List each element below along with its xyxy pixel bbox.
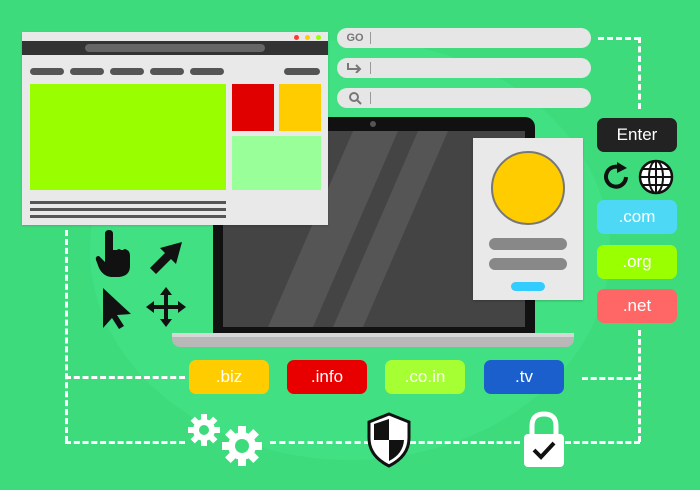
profile-line [489,238,567,250]
domain-org[interactable]: .org [597,245,677,279]
globe-icon[interactable] [638,159,674,200]
connector-line [638,37,641,109]
bar-separator [370,32,371,44]
connector-line [65,230,68,442]
nav-pill [284,68,320,75]
profile-button[interactable] [511,282,545,291]
nav-pill [30,68,64,75]
hand-pointer-icon [95,230,131,283]
close-dot [294,35,299,40]
domain-tv[interactable]: .tv [484,360,564,394]
connector-line [410,441,520,444]
minimize-dot [305,35,310,40]
browser-red-block [232,84,274,131]
connector-line [598,37,640,40]
browser-nav-row [22,55,328,78]
domain-co-in[interactable]: .co.in [385,360,465,394]
arrow-cursor-icon [148,240,184,281]
maximize-dot [316,35,321,40]
nav-pill [110,68,144,75]
lock-check-icon [520,410,568,475]
connector-line [565,441,640,444]
connector-line [638,330,641,442]
go-label: GO [346,32,364,44]
bar-separator [370,92,371,104]
go-bar[interactable]: GO [337,28,591,48]
search-icon [343,91,367,105]
gears-icon [186,412,268,475]
bar-separator [370,62,371,74]
browser-url-field [85,44,265,52]
browser-main-block [30,84,226,190]
refresh-icon[interactable] [599,160,633,199]
nav-pill [190,68,224,75]
text-line [30,208,226,211]
domain-net[interactable]: .net [597,289,677,323]
shield-icon [365,412,413,473]
connector-line [65,376,185,379]
browser-yellow-block [279,84,321,131]
arrow-right-icon [343,61,367,75]
laptop-camera [370,121,376,127]
domain-info[interactable]: .info [287,360,367,394]
profile-line [489,258,567,270]
nav-pill [70,68,104,75]
domain-biz[interactable]: .biz [189,360,269,394]
connector-line [65,441,185,444]
text-line [30,201,226,204]
pointer-icon [101,286,135,335]
move-icon [145,286,187,333]
browser-titlebar [22,32,328,41]
connector-line [582,377,640,380]
connector-line [270,441,370,444]
browser-green-block [232,136,321,190]
laptop-base [172,337,574,347]
domain-com[interactable]: .com [597,200,677,234]
redirect-bar[interactable] [337,58,591,78]
nav-pill [150,68,184,75]
text-line [30,215,226,218]
enter-button[interactable]: Enter [597,118,677,152]
browser-url-bar [22,41,328,55]
browser-window [22,32,328,225]
avatar [491,151,565,225]
profile-card [473,138,583,300]
search-bar[interactable] [337,88,591,108]
